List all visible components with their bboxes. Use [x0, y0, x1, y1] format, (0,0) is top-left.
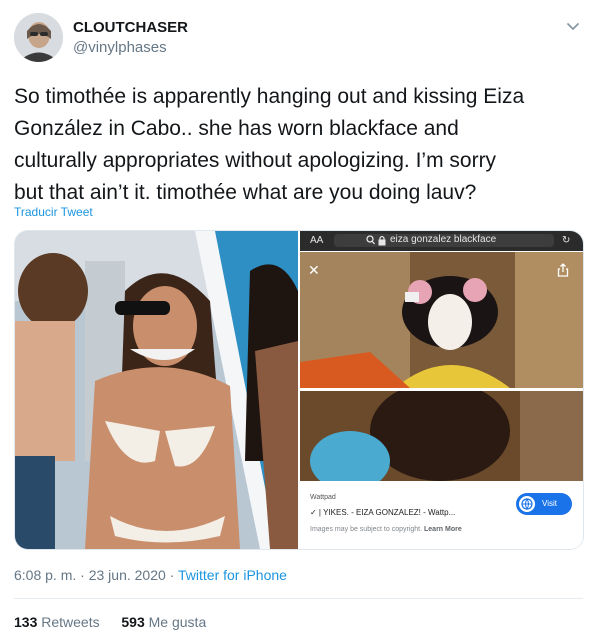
- profile-photo-icon: [14, 13, 63, 62]
- copyright-note: Images may be subject to copyright. Lear…: [310, 526, 462, 533]
- retweets-stat[interactable]: 133 Retweets: [14, 614, 104, 630]
- search-icon: [366, 235, 375, 245]
- avatar[interactable]: [14, 13, 63, 62]
- likes-stat[interactable]: 593 Me gusta: [118, 614, 207, 630]
- media-screenshot[interactable]: AA eiza gonzalez blackface ↻ ✕ Wattpad ✓…: [300, 231, 583, 549]
- divider: [14, 598, 583, 599]
- lock-icon: [378, 235, 386, 246]
- media-photo-beach[interactable]: [15, 231, 298, 549]
- learn-more-link[interactable]: Learn More: [424, 526, 462, 533]
- url-text: eiza gonzalez blackface: [390, 234, 497, 245]
- visit-label: Visit: [542, 499, 557, 508]
- tweet-text: So timothée is apparently hanging out an…: [14, 85, 525, 204]
- meta-separator: ·: [76, 567, 89, 583]
- meta-separator: ·: [165, 567, 178, 583]
- search-result-card[interactable]: Wattpad ✓ | YIKES. - EIZA GONZALEZ! - Wa…: [300, 481, 583, 549]
- result-source: Wattpad: [310, 494, 336, 501]
- close-icon[interactable]: ✕: [308, 262, 320, 279]
- tweet-time[interactable]: 6:08 p. m.: [14, 567, 76, 583]
- retweets-count: 133: [14, 614, 38, 630]
- media-grid: AA eiza gonzalez blackface ↻ ✕ Wattpad ✓…: [14, 230, 584, 550]
- tweet-container: CLOUTCHASER @vinylphases So timothée is …: [0, 0, 597, 639]
- likes-count: 593: [121, 614, 145, 630]
- tweet-date[interactable]: 23 jun. 2020: [89, 567, 166, 583]
- display-name[interactable]: CLOUTCHASER: [73, 19, 188, 36]
- translate-link[interactable]: Traducir Tweet: [14, 205, 93, 219]
- visit-button[interactable]: Visit: [516, 493, 572, 515]
- second-result-image: [300, 391, 583, 481]
- reload-icon: ↻: [562, 235, 571, 246]
- globe-icon: [519, 496, 535, 512]
- likes-label: Me gusta: [148, 614, 207, 630]
- user-handle[interactable]: @vinylphases: [73, 39, 167, 56]
- browser-address-bar: AA eiza gonzalez blackface ↻: [300, 231, 583, 251]
- result-title[interactable]: ✓ | YIKES. - EIZA GONZALEZ! - Wattp...: [310, 508, 455, 517]
- text-size-label: AA: [310, 235, 324, 246]
- share-icon[interactable]: [556, 263, 570, 277]
- geisha-image: [300, 252, 583, 388]
- tweet-stats: 133 Retweets 593 Me gusta: [14, 614, 206, 630]
- retweets-label: Retweets: [41, 614, 100, 630]
- chevron-down-icon[interactable]: [564, 17, 582, 35]
- tweet-source[interactable]: Twitter for iPhone: [178, 567, 287, 583]
- tweet-meta: 6:08 p. m. · 23 jun. 2020 · Twitter for …: [14, 567, 287, 583]
- copyright-text: Images may be subject to copyright.: [310, 526, 423, 533]
